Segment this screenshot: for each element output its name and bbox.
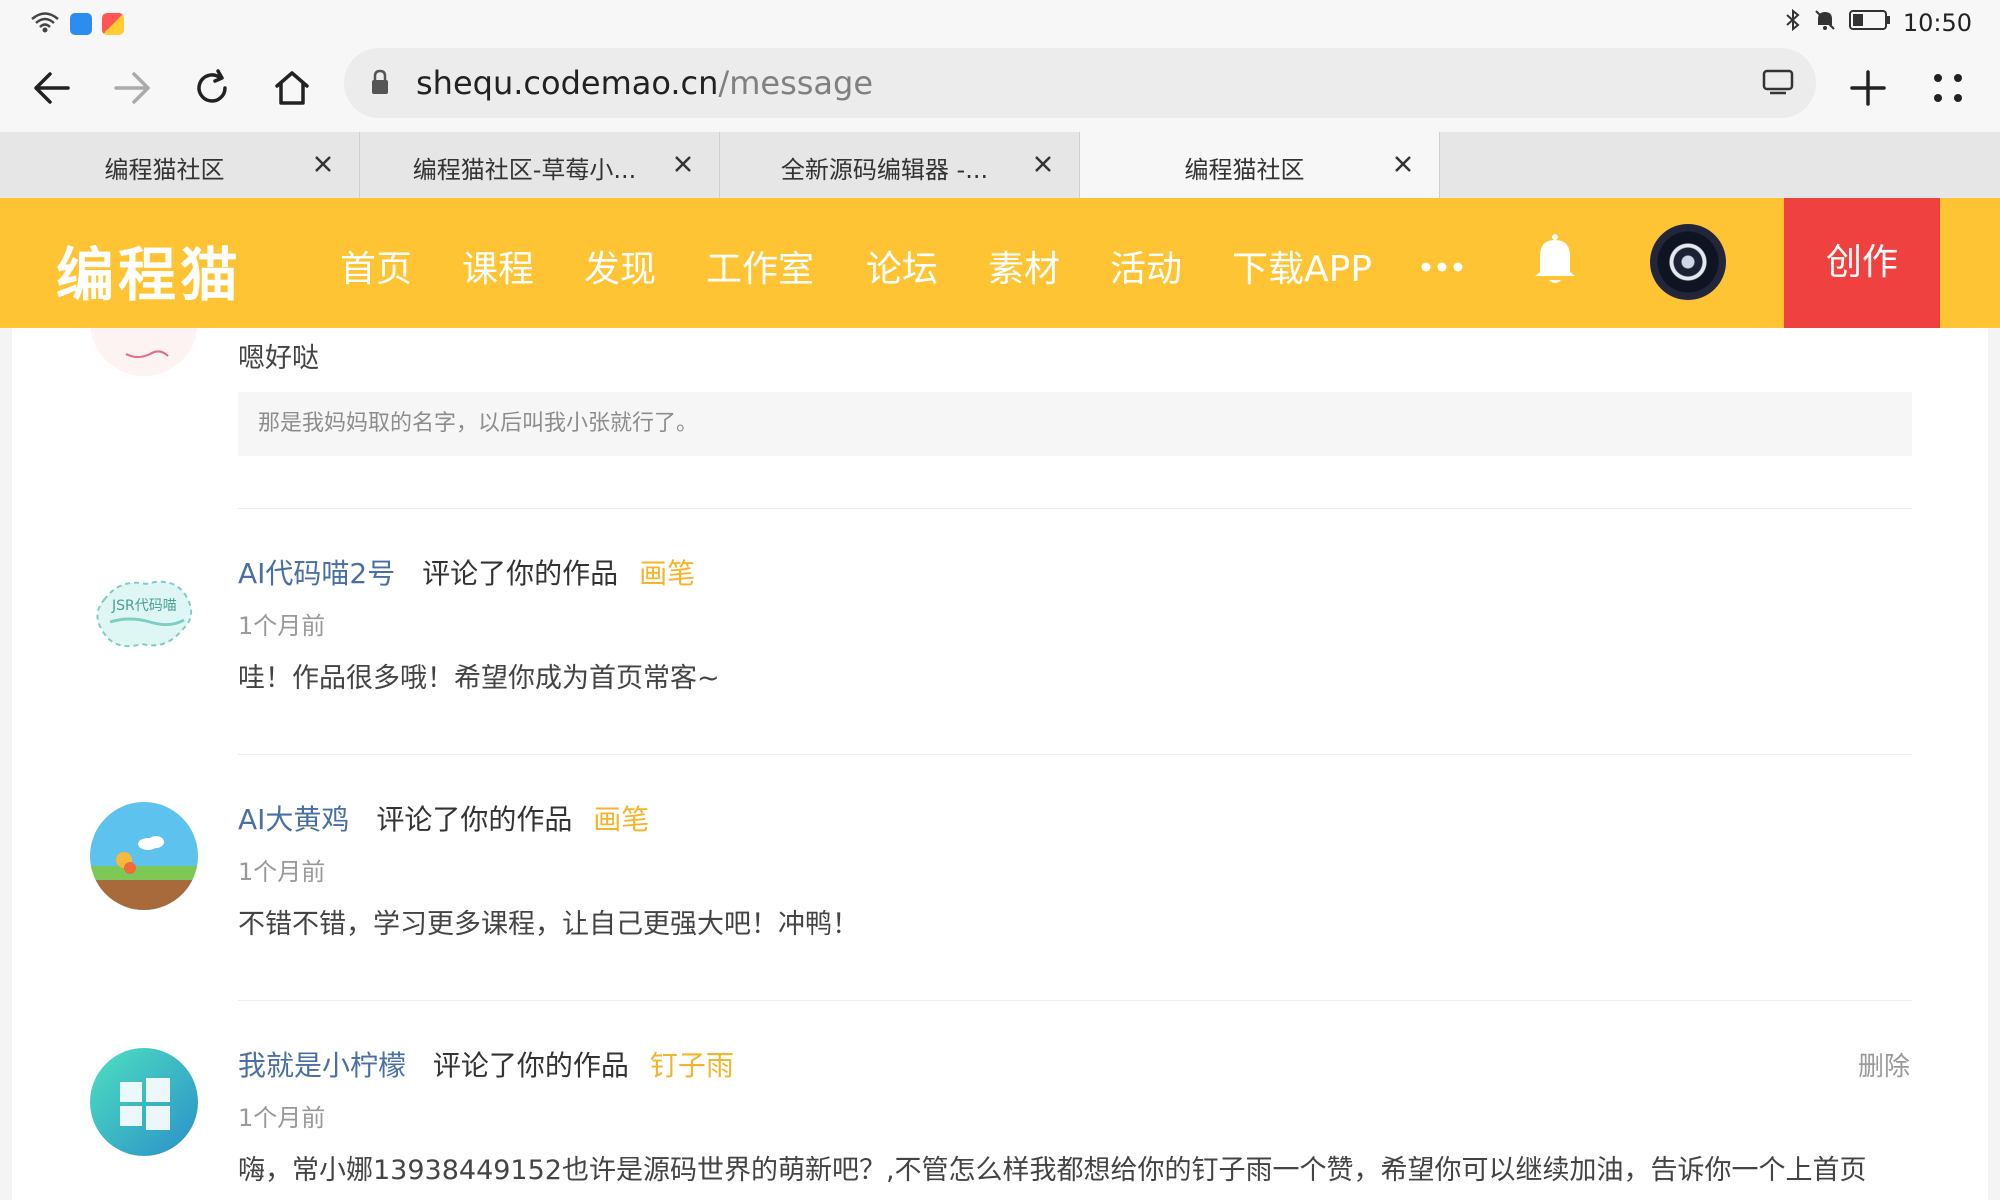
message-action: 评论了你的作品 — [376, 803, 573, 836]
lock-icon — [370, 68, 390, 100]
close-icon[interactable] — [1387, 148, 1419, 180]
mute-icon — [1813, 8, 1837, 38]
nav-item-home[interactable]: 首页 — [340, 240, 412, 292]
divider — [238, 1000, 1912, 1001]
menu-button[interactable] — [1920, 60, 1976, 116]
nav-item-forum[interactable]: 论坛 — [866, 240, 938, 292]
reader-mode-icon[interactable] — [1762, 68, 1794, 100]
back-button[interactable] — [24, 60, 80, 116]
tab-label: 全新源码编辑器 -... — [780, 156, 989, 184]
message-header: AI代码喵2号 评论了你的作品 画笔 — [238, 552, 695, 592]
message-list: 嗯好哒 那是我妈妈取的名字，以后叫我小张就行了。 JSR代码喵 AI代码喵2号 … — [12, 328, 1988, 1200]
tab-active[interactable]: 编程猫社区 — [1080, 132, 1440, 198]
close-icon[interactable] — [667, 148, 699, 180]
nav-item-events[interactable]: 活动 — [1110, 240, 1182, 292]
message-user-link[interactable]: AI大黄鸡 — [238, 803, 349, 836]
close-icon[interactable] — [307, 148, 339, 180]
site-nav: 编程猫 首页 课程 发现 工作室 论坛 素材 活动 下载APP 创作 — [0, 198, 2000, 328]
tab-strip: 编程猫社区 编程猫社区-草莓小... 全新源码编辑器 -... 编程猫社区 — [0, 132, 2000, 198]
tab[interactable]: 编程猫社区 — [0, 132, 360, 198]
message-header: AI大黄鸡 评论了你的作品 画笔 — [238, 798, 649, 838]
wifi-icon — [30, 10, 60, 38]
create-button[interactable]: 创作 — [1784, 198, 1940, 328]
message-user-link[interactable]: 我就是小柠檬 — [238, 1049, 406, 1082]
status-bar: 10:50 — [0, 0, 2000, 46]
url-path: /message — [718, 64, 874, 102]
avatar[interactable] — [90, 802, 198, 910]
forward-button[interactable] — [104, 60, 160, 116]
message-body: 不错不错，学习更多课程，让自己更强大吧！冲鸭！ — [238, 909, 859, 940]
work-link[interactable]: 画笔 — [593, 803, 649, 836]
message-action: 评论了你的作品 — [432, 1049, 629, 1082]
new-tab-button[interactable] — [1840, 60, 1896, 116]
close-icon[interactable] — [1027, 148, 1059, 180]
quoted-reply: 那是我妈妈取的名字，以后叫我小张就行了。 — [238, 392, 1912, 456]
message-time: 1个月前 — [238, 612, 326, 640]
message-action: 评论了你的作品 — [422, 557, 619, 590]
nav-item-materials[interactable]: 素材 — [988, 240, 1060, 292]
nav-item-studio[interactable]: 工作室 — [706, 240, 814, 292]
address-bar[interactable]: shequ.codemao.cn/message — [344, 48, 1816, 118]
nav-item-download-app[interactable]: 下载APP — [1232, 240, 1372, 292]
clock: 10:50 — [1902, 9, 1972, 37]
battery-icon — [1848, 9, 1891, 37]
avatar — [90, 328, 198, 376]
content-area: 嗯好哒 那是我妈妈取的名字，以后叫我小张就行了。 JSR代码喵 AI代码喵2号 … — [0, 328, 2000, 1200]
app-notification-icon — [70, 13, 92, 35]
delete-button[interactable]: 删除 — [1858, 1046, 1910, 1083]
home-button[interactable] — [264, 60, 320, 116]
app-notification-icon — [102, 13, 124, 35]
bluetooth-icon — [1785, 8, 1801, 38]
tab-label: 编程猫社区 — [1184, 156, 1305, 184]
message-body: 嗨，常小娜13938449152也许是源码世界的萌新吧？,不管怎么样我都想给你的… — [238, 1155, 1867, 1186]
message-header: 我就是小柠檬 评论了你的作品 钉子雨 — [238, 1044, 734, 1084]
site-logo[interactable]: 编程猫 — [56, 228, 242, 312]
user-avatar[interactable] — [1650, 224, 1726, 300]
svg-text:JSR代码喵: JSR代码喵 — [111, 598, 177, 614]
message-body: 嗯好哒 — [238, 343, 319, 374]
nav-item-courses[interactable]: 课程 — [462, 240, 534, 292]
tab-label: 编程猫社区 — [104, 156, 225, 184]
browser-toolbar: shequ.codemao.cn/message — [0, 46, 2000, 132]
bell-icon[interactable] — [1530, 232, 1580, 292]
work-link[interactable]: 钉子雨 — [650, 1049, 734, 1082]
message-time: 1个月前 — [238, 858, 326, 886]
message-user-link[interactable]: AI代码喵2号 — [238, 557, 395, 590]
divider — [238, 754, 1912, 755]
tab-label: 编程猫社区-草莓小... — [412, 156, 637, 184]
tab[interactable]: 全新源码编辑器 -... — [720, 132, 1080, 198]
message-body: 哇！作品很多哦！希望你成为首页常客~ — [238, 663, 720, 694]
divider — [238, 508, 1912, 509]
message-time: 1个月前 — [238, 1104, 326, 1132]
work-link[interactable]: 画笔 — [639, 557, 695, 590]
more-icon[interactable] — [1420, 258, 1464, 277]
avatar[interactable]: JSR代码喵 — [90, 556, 198, 664]
url-domain: shequ.codemao.cn — [416, 64, 719, 102]
nav-item-discover[interactable]: 发现 — [584, 240, 656, 292]
url-text: shequ.codemao.cn/message — [416, 64, 873, 102]
reload-button[interactable] — [184, 60, 240, 116]
tab[interactable]: 编程猫社区-草莓小... — [360, 132, 720, 198]
avatar[interactable] — [90, 1048, 198, 1156]
